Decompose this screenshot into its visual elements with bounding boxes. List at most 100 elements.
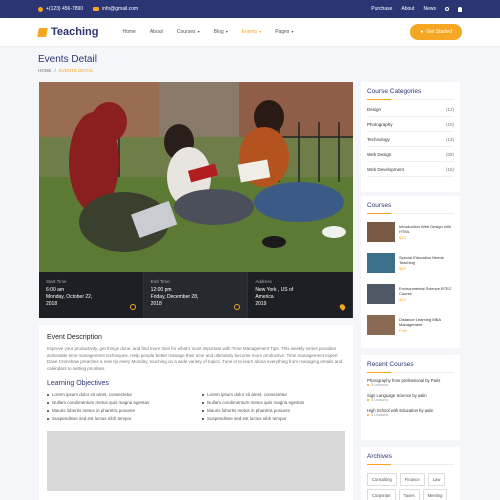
event-start-time: Start Time 6:00 am Monday, October 22, 2… xyxy=(39,272,144,318)
email-contact[interactable]: info@gmail.com xyxy=(93,6,138,12)
course-thumbnail xyxy=(367,283,395,304)
bullet-icon xyxy=(202,402,204,405)
description-title: Event Description xyxy=(47,334,102,341)
course-item[interactable]: Distance Learning MBA Management Free xyxy=(367,309,454,340)
category-item[interactable]: Photography (10) xyxy=(367,117,454,132)
categories-title: Course Categories xyxy=(367,88,454,100)
bullet-icon xyxy=(47,410,49,413)
user-icon: ● xyxy=(420,29,424,35)
tag[interactable]: Taxes xyxy=(398,489,420,500)
list-item: Suspendisse sed est luctus nibh tempor xyxy=(202,415,345,423)
nav-about[interactable]: About xyxy=(150,29,163,35)
objectives-title: Learning Objectives xyxy=(47,380,109,388)
nav-blog[interactable]: Blog ▾ xyxy=(214,29,228,35)
nav-courses[interactable]: Courses ▾ xyxy=(177,29,200,35)
topbar-link-news[interactable]: News xyxy=(423,6,436,12)
course-item[interactable]: Environmental Science BTEC Course $20 xyxy=(367,278,454,309)
list-item: Lorem ipsum dolor sit amet, consectetur xyxy=(202,391,345,399)
objectives-list: Lorem ipsum dolor sit amet, consectetur … xyxy=(47,391,345,423)
logo[interactable]: Teaching xyxy=(37,26,99,38)
breadcrumb-separator: / xyxy=(54,68,56,73)
bullet-icon xyxy=(202,410,204,413)
mail-icon xyxy=(93,7,100,11)
topbar-link-purchase[interactable]: Purchase xyxy=(371,6,392,12)
recent-courses-title: Recent Courses xyxy=(367,361,454,373)
chevron-down-icon: ▾ xyxy=(196,29,200,34)
get-started-button[interactable]: ● Get Started xyxy=(410,24,462,40)
tag-cloud: Consulting Finance Law Corporate Taxes M… xyxy=(367,467,454,500)
category-item[interactable]: Technology (13) xyxy=(367,132,454,147)
chevron-down-icon: ▾ xyxy=(290,29,294,34)
course-item[interactable]: Introduction Web Design with HTML $20 xyxy=(367,216,454,247)
nav-home[interactable]: Home xyxy=(122,29,135,35)
user-icon[interactable] xyxy=(458,6,462,12)
nav-pages[interactable]: Pages ▾ xyxy=(275,29,293,35)
courses-widget: Courses Introduction Web Design with HTM… xyxy=(361,196,460,348)
recent-course-item[interactable]: High School with Education by asiin 5 Le… xyxy=(367,405,454,420)
topbar-link-about[interactable]: About xyxy=(401,6,414,12)
course-item[interactable]: Special Education Needs Teaching $20 xyxy=(367,247,454,278)
map-pin-icon xyxy=(338,303,347,311)
bullet-icon xyxy=(202,394,204,397)
breadcrumb: HOME / EVENTS DETAIL xyxy=(38,68,93,73)
list-item: Mauris lobortis metus in pharetra posuer… xyxy=(202,407,345,415)
archives-widget: Archives Consulting Finance Law Corporat… xyxy=(361,447,460,500)
list-item: Suspendisse sed est luctus nibh tempor xyxy=(47,415,190,423)
bullet-icon xyxy=(47,394,49,397)
phone-text: +(123) 456-7890 xyxy=(46,6,84,12)
course-thumbnail xyxy=(367,252,395,273)
recent-course-item[interactable]: Photography from professional by Paris 3… xyxy=(367,375,454,390)
nav-events[interactable]: Events ▾ xyxy=(242,29,261,35)
bullet-icon xyxy=(47,418,49,421)
list-item: Nullam condimentum metus quis magna eges… xyxy=(202,399,345,407)
course-thumbnail xyxy=(367,221,395,242)
breadcrumb-current: EVENTS DETAIL xyxy=(58,68,94,73)
list-item: Nullam condimentum metus quis magna eges… xyxy=(47,399,190,407)
objectives-column-left: Lorem ipsum dolor sit amet, consectetur … xyxy=(47,391,190,423)
lesson-icon xyxy=(367,399,369,401)
page-title: Events Detail xyxy=(38,54,97,65)
category-item[interactable]: Design (12) xyxy=(367,102,454,117)
search-icon[interactable] xyxy=(445,7,449,11)
top-bar: +(123) 456-7890 info@gmail.com Purchase … xyxy=(0,0,500,18)
course-categories-widget: Course Categories Design (12) Photography… xyxy=(361,82,460,192)
phone-contact[interactable]: +(123) 456-7890 xyxy=(38,6,83,12)
chevron-down-icon: ▾ xyxy=(224,29,228,34)
tag[interactable]: Law xyxy=(427,473,446,486)
clock-icon xyxy=(234,304,241,310)
main-nav: Home About Courses ▾ Blog ▾ Events ▾ Pag… xyxy=(122,29,293,35)
recent-course-item[interactable]: Sign Language Science by asiin 4 Lessons xyxy=(367,390,454,405)
courses-title: Courses xyxy=(367,202,454,214)
category-item[interactable]: Web Design (09) xyxy=(367,147,454,162)
bullet-icon xyxy=(202,418,204,421)
book-icon xyxy=(37,27,48,37)
lesson-icon xyxy=(367,384,369,386)
event-end-time: End Time 12:00 pm Friday, December 28, 2… xyxy=(143,272,249,318)
list-item: Mauris lobortis metus in pharetra posuer… xyxy=(47,407,190,415)
main-header: Teaching Home About Courses ▾ Blog ▾ Eve… xyxy=(0,18,500,46)
chevron-down-icon: ▾ xyxy=(258,29,262,34)
event-hero-image xyxy=(39,82,353,272)
event-description-card: Event Description Improve your productiv… xyxy=(39,325,353,500)
email-text: info@gmail.com xyxy=(102,6,139,12)
recent-courses-widget: Recent Courses Photography from professi… xyxy=(361,355,460,440)
category-item[interactable]: Web Development (16) xyxy=(367,162,454,177)
tag[interactable]: Finance xyxy=(399,473,425,486)
lesson-icon xyxy=(367,414,369,416)
tag[interactable]: Meeting xyxy=(422,489,448,500)
phone-icon xyxy=(38,6,43,12)
archives-title: Archives xyxy=(367,453,454,465)
clock-icon xyxy=(129,304,136,310)
event-address: Address New York , US of America 2019 xyxy=(248,272,354,318)
description-text: Improve your productivity, get things do… xyxy=(47,346,343,371)
bullet-icon xyxy=(47,402,49,405)
objectives-column-right: Lorem ipsum dolor sit amet, consectetur … xyxy=(202,391,345,423)
description-image xyxy=(47,431,345,492)
tag[interactable]: Corporate xyxy=(367,489,396,500)
breadcrumb-home[interactable]: HOME xyxy=(38,68,52,73)
event-info-bar: Start Time 6:00 am Monday, October 22, 2… xyxy=(39,272,354,318)
tag[interactable]: Consulting xyxy=(367,473,397,486)
course-thumbnail xyxy=(367,314,395,335)
logo-text: Teaching xyxy=(51,26,99,38)
list-item: Lorem ipsum dolor sit amet, consectetur xyxy=(47,391,190,399)
